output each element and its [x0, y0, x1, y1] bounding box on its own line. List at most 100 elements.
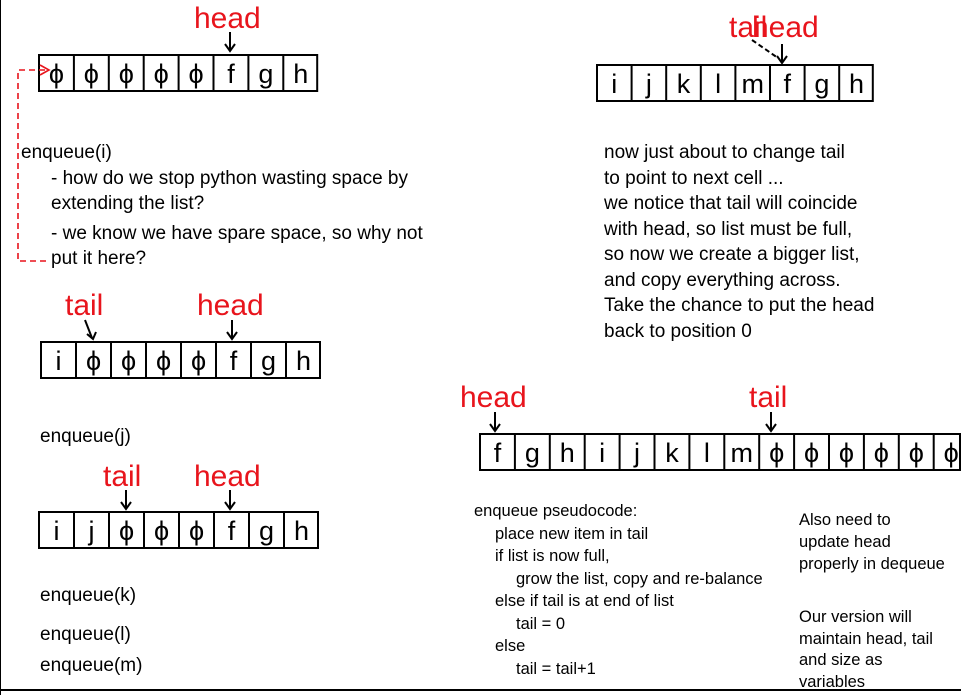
cell-value: j — [88, 516, 95, 546]
cell-value: ϕ — [804, 438, 819, 468]
cell-value: f — [230, 346, 238, 376]
cell-value: k — [677, 69, 691, 99]
cell-value: l — [704, 438, 710, 468]
cell-value: ϕ — [874, 438, 889, 468]
cell-value: ϕ — [909, 438, 924, 468]
version-note: Our version will maintain head, tail and… — [799, 607, 933, 693]
cell-value: m — [741, 69, 764, 99]
note-line: and copy everything across. — [604, 269, 841, 291]
array-1: ϕϕϕϕϕfgh — [38, 54, 319, 92]
cell-value: ϕ — [119, 516, 134, 546]
note-line: - how do we stop python wasting space by — [51, 167, 408, 189]
head-label-1: head — [194, 2, 261, 35]
tail-arrow-5 — [765, 412, 777, 433]
code-line: tail = tail+1 — [516, 659, 596, 678]
cell-value: g — [259, 516, 274, 546]
cell-value: l — [715, 69, 721, 99]
cell-value: h — [849, 69, 864, 99]
note-line: properly in dequeue — [799, 555, 945, 573]
note-line: Our version will — [799, 608, 912, 626]
cell-value: ϕ — [154, 516, 169, 546]
head-label-2: head — [197, 289, 264, 322]
note-line: so now we create a bigger list, — [604, 244, 860, 265]
cell-value: i — [54, 516, 60, 546]
cell-value: ϕ — [84, 59, 99, 89]
head-label-3: head — [194, 460, 261, 493]
cell-value: m — [731, 438, 754, 468]
cell-value: i — [56, 346, 62, 376]
array-3: ijϕϕϕfgh — [38, 511, 319, 549]
cell-value: f — [494, 438, 502, 468]
dequeue-note: Also need to update head properly in deq… — [799, 509, 945, 575]
cell-value: i — [611, 69, 617, 99]
cell-value: j — [645, 69, 652, 99]
cell-value: j — [633, 438, 640, 468]
cell-value: h — [296, 346, 311, 376]
code-line: place new item in tail — [495, 524, 649, 543]
enqueue-m-note: enqueue(m) — [40, 655, 143, 676]
tail-label-2: tail — [65, 289, 104, 322]
head-arrow-5 — [489, 412, 501, 433]
cell-value: ϕ — [86, 346, 101, 376]
note-line: and size as — [799, 651, 883, 669]
cell-value: g — [258, 59, 273, 89]
enqueue-i-note: enqueue(i) - how do we stop python wasti… — [21, 140, 423, 272]
enqueue-pseudocode: enqueue pseudocode: place new item in ta… — [474, 500, 763, 680]
array-2: iϕϕϕϕfgh — [40, 341, 321, 379]
note-line: back to position 0 — [604, 320, 752, 342]
note-line: - we know we have spare space, so why no… — [51, 222, 423, 244]
enqueue-j-note: enqueue(j) — [40, 426, 131, 447]
tail-label-3: tail — [103, 460, 142, 493]
head-arrow-1 — [224, 32, 236, 53]
cell-value: f — [228, 516, 236, 546]
tail-arrow-2 — [84, 319, 97, 341]
enqueue-l-note: enqueue(l) — [40, 624, 131, 645]
cell-value: ϕ — [156, 346, 171, 376]
cell-value: g — [261, 346, 276, 376]
note-line: enqueue(i) — [21, 142, 112, 163]
note-line: maintain head, tail — [799, 629, 933, 648]
note-line: to point to next cell ... — [604, 167, 784, 189]
code-line: else — [495, 637, 526, 655]
cell-value: ϕ — [188, 59, 203, 89]
cell-value: f — [784, 69, 792, 99]
cell-value: ϕ — [944, 438, 959, 468]
code-line: tail = 0 — [516, 614, 566, 633]
cell-value: ϕ — [189, 516, 204, 546]
note-line: now just about to change tail — [604, 142, 845, 163]
cell-value: ϕ — [119, 59, 134, 89]
note-line: Take the chance to put the head — [604, 295, 875, 316]
page-left-border — [0, 0, 1, 695]
cell-value: h — [560, 438, 575, 468]
cell-value: f — [227, 59, 235, 89]
code-line: enqueue pseudocode: — [474, 502, 638, 520]
code-line: grow the list, copy and re-balance — [516, 569, 763, 588]
tail-arrow-3 — [120, 490, 132, 511]
note-line: Also need to — [799, 511, 891, 529]
cell-value: ϕ — [154, 59, 169, 89]
code-line: if list is now full, — [495, 547, 610, 565]
cell-value: h — [293, 59, 308, 89]
note-line: with head, so list must be full, — [604, 218, 853, 240]
cell-value: k — [665, 438, 679, 468]
note-line: put it here? — [51, 248, 147, 269]
head-arrow-2 — [226, 320, 238, 341]
note-line: we notice that tail will coincide — [604, 193, 858, 214]
cell-value: g — [525, 438, 540, 468]
tail-label-5: tail — [749, 381, 788, 414]
code-line: else if tail is at end of list — [495, 592, 674, 610]
cell-value: ϕ — [839, 438, 854, 468]
cell-value: ϕ — [769, 438, 784, 468]
cell-value: ϕ — [191, 346, 206, 376]
note-line: update head — [799, 533, 891, 551]
enqueue-k-note: enqueue(k) — [40, 585, 137, 606]
cell-value: g — [814, 69, 829, 99]
cell-value: i — [599, 438, 605, 468]
cell-value: ϕ — [121, 346, 136, 376]
note-line: extending the list? — [51, 193, 205, 214]
head-label-5: head — [460, 381, 527, 414]
array-5: fghijklmϕϕϕϕϕϕ — [479, 433, 961, 471]
full-list-note: now just about to change tail to point t… — [604, 140, 874, 344]
head-arrow-3 — [224, 490, 236, 511]
cell-value: h — [294, 516, 309, 546]
